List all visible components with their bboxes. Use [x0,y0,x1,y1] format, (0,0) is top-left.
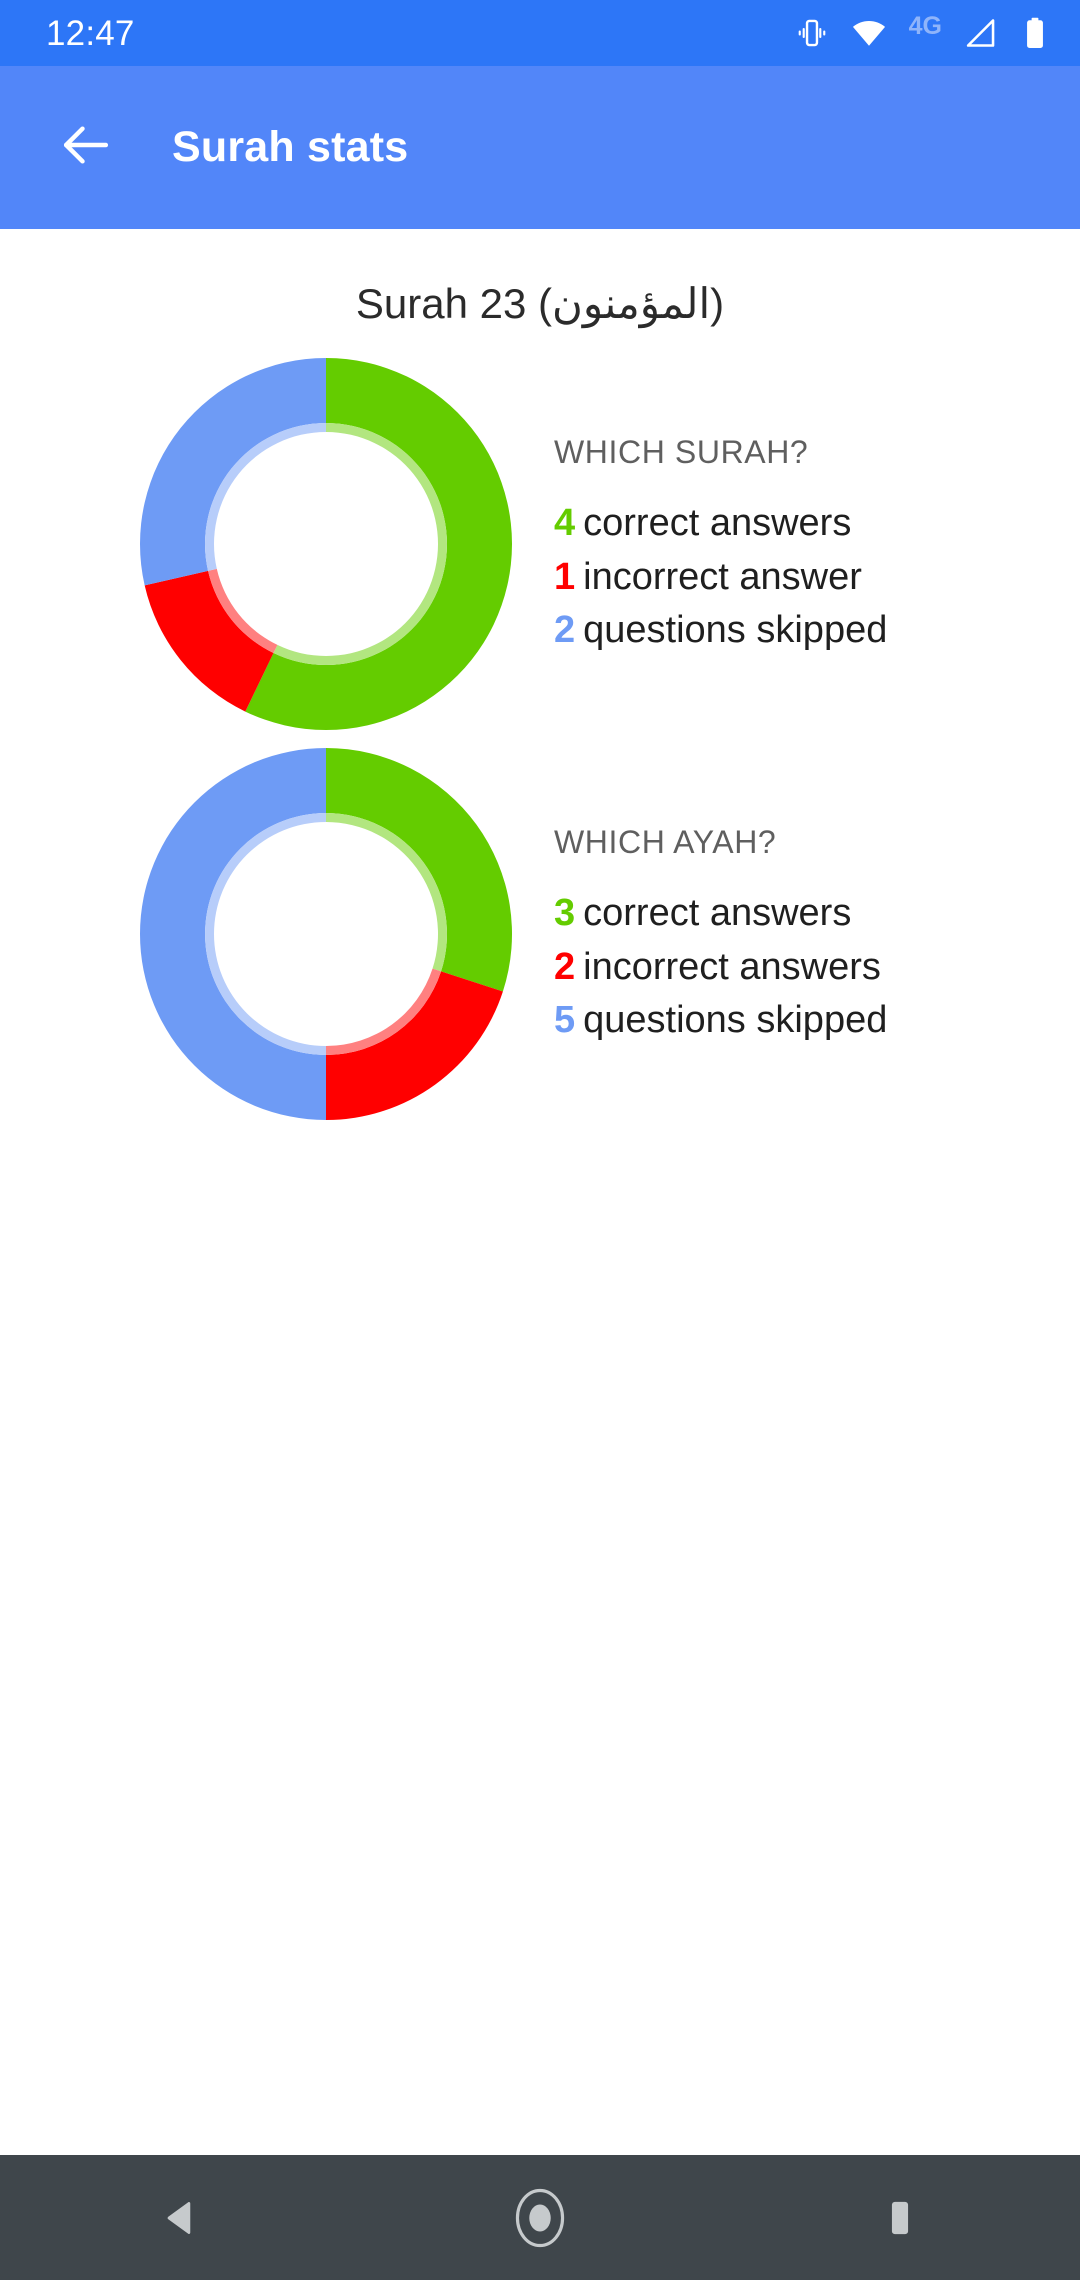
legend-label-skipped: questions skipped [583,999,888,1042]
legend-label-incorrect: incorrect answers [583,945,881,988]
circle-home-icon [507,2185,573,2251]
network-type-label: 4G [908,11,942,40]
app-bar-title: Surah stats [172,123,409,171]
legend-count-incorrect: 1 [554,555,576,598]
recents-nav-button[interactable] [815,2155,985,2280]
wifi-icon [851,15,887,51]
legend-count-incorrect: 2 [554,945,576,988]
donut-chart-which-surah [140,358,512,730]
legend-which-surah: WHICH SURAH? 4 correct answers 1 incorrect… [554,430,887,659]
stat-section-which-surah: WHICH SURAH? 4 correct answers 1 incorrect… [0,358,1080,730]
page-title: Surah 23 (المؤمنون) [355,280,725,327]
legend-label-skipped: questions skipped [583,609,888,652]
stat-section-which-ayah: WHICH AYAH? 3 correct answers 2 incorrect … [0,748,1080,1120]
donut-svg-1 [140,748,512,1120]
status-icon-group: 4G [795,11,1050,51]
legend-row-correct: 3 correct answers [554,887,887,941]
legend-label-incorrect: incorrect answer [583,555,862,598]
triangle-back-icon [158,2196,202,2240]
app-bar: Surah stats [0,66,1080,229]
legend-label-correct: correct answers [583,891,852,934]
legend-count-skipped: 5 [554,999,576,1042]
donut-slice [140,748,326,1120]
legend-which-ayah: WHICH AYAH? 3 correct answers 2 incorrect … [554,820,887,1049]
legend-row-incorrect: 2 incorrect answers [554,941,887,995]
donut-svg-0 [140,358,512,730]
signal-icon [964,16,998,50]
legend-count-skipped: 2 [554,609,576,652]
legend-row-correct: 4 correct answers [554,497,887,551]
phone-screen: 12:47 4G Surah stats Surah 23 (المؤمنون)… [0,0,1080,2280]
legend-heading: WHICH AYAH? [554,823,777,860]
status-bar: 12:47 4G [0,0,1080,66]
legend-row-skipped: 2 questions skipped [554,604,887,658]
donut-chart-which-ayah [140,748,512,1120]
square-recents-icon [878,2196,922,2240]
content-area: Surah 23 (المؤمنون) WHICH SURAH? 4 correc… [0,229,1080,2155]
vibrate-icon [795,16,829,50]
status-clock: 12:47 [46,13,135,53]
arrow-left-icon [58,117,114,178]
home-nav-button[interactable] [455,2155,625,2280]
legend-count-correct: 3 [554,891,576,934]
legend-label-correct: correct answers [583,501,852,544]
back-nav-button[interactable] [95,2155,265,2280]
legend-row-incorrect: 1 incorrect answer [554,551,887,605]
back-button[interactable] [44,106,128,190]
system-navigation-bar [0,2155,1080,2280]
legend-count-correct: 4 [554,501,576,544]
legend-row-skipped: 5 questions skipped [554,994,887,1048]
battery-icon [1020,16,1050,50]
legend-heading: WHICH SURAH? [554,433,809,470]
